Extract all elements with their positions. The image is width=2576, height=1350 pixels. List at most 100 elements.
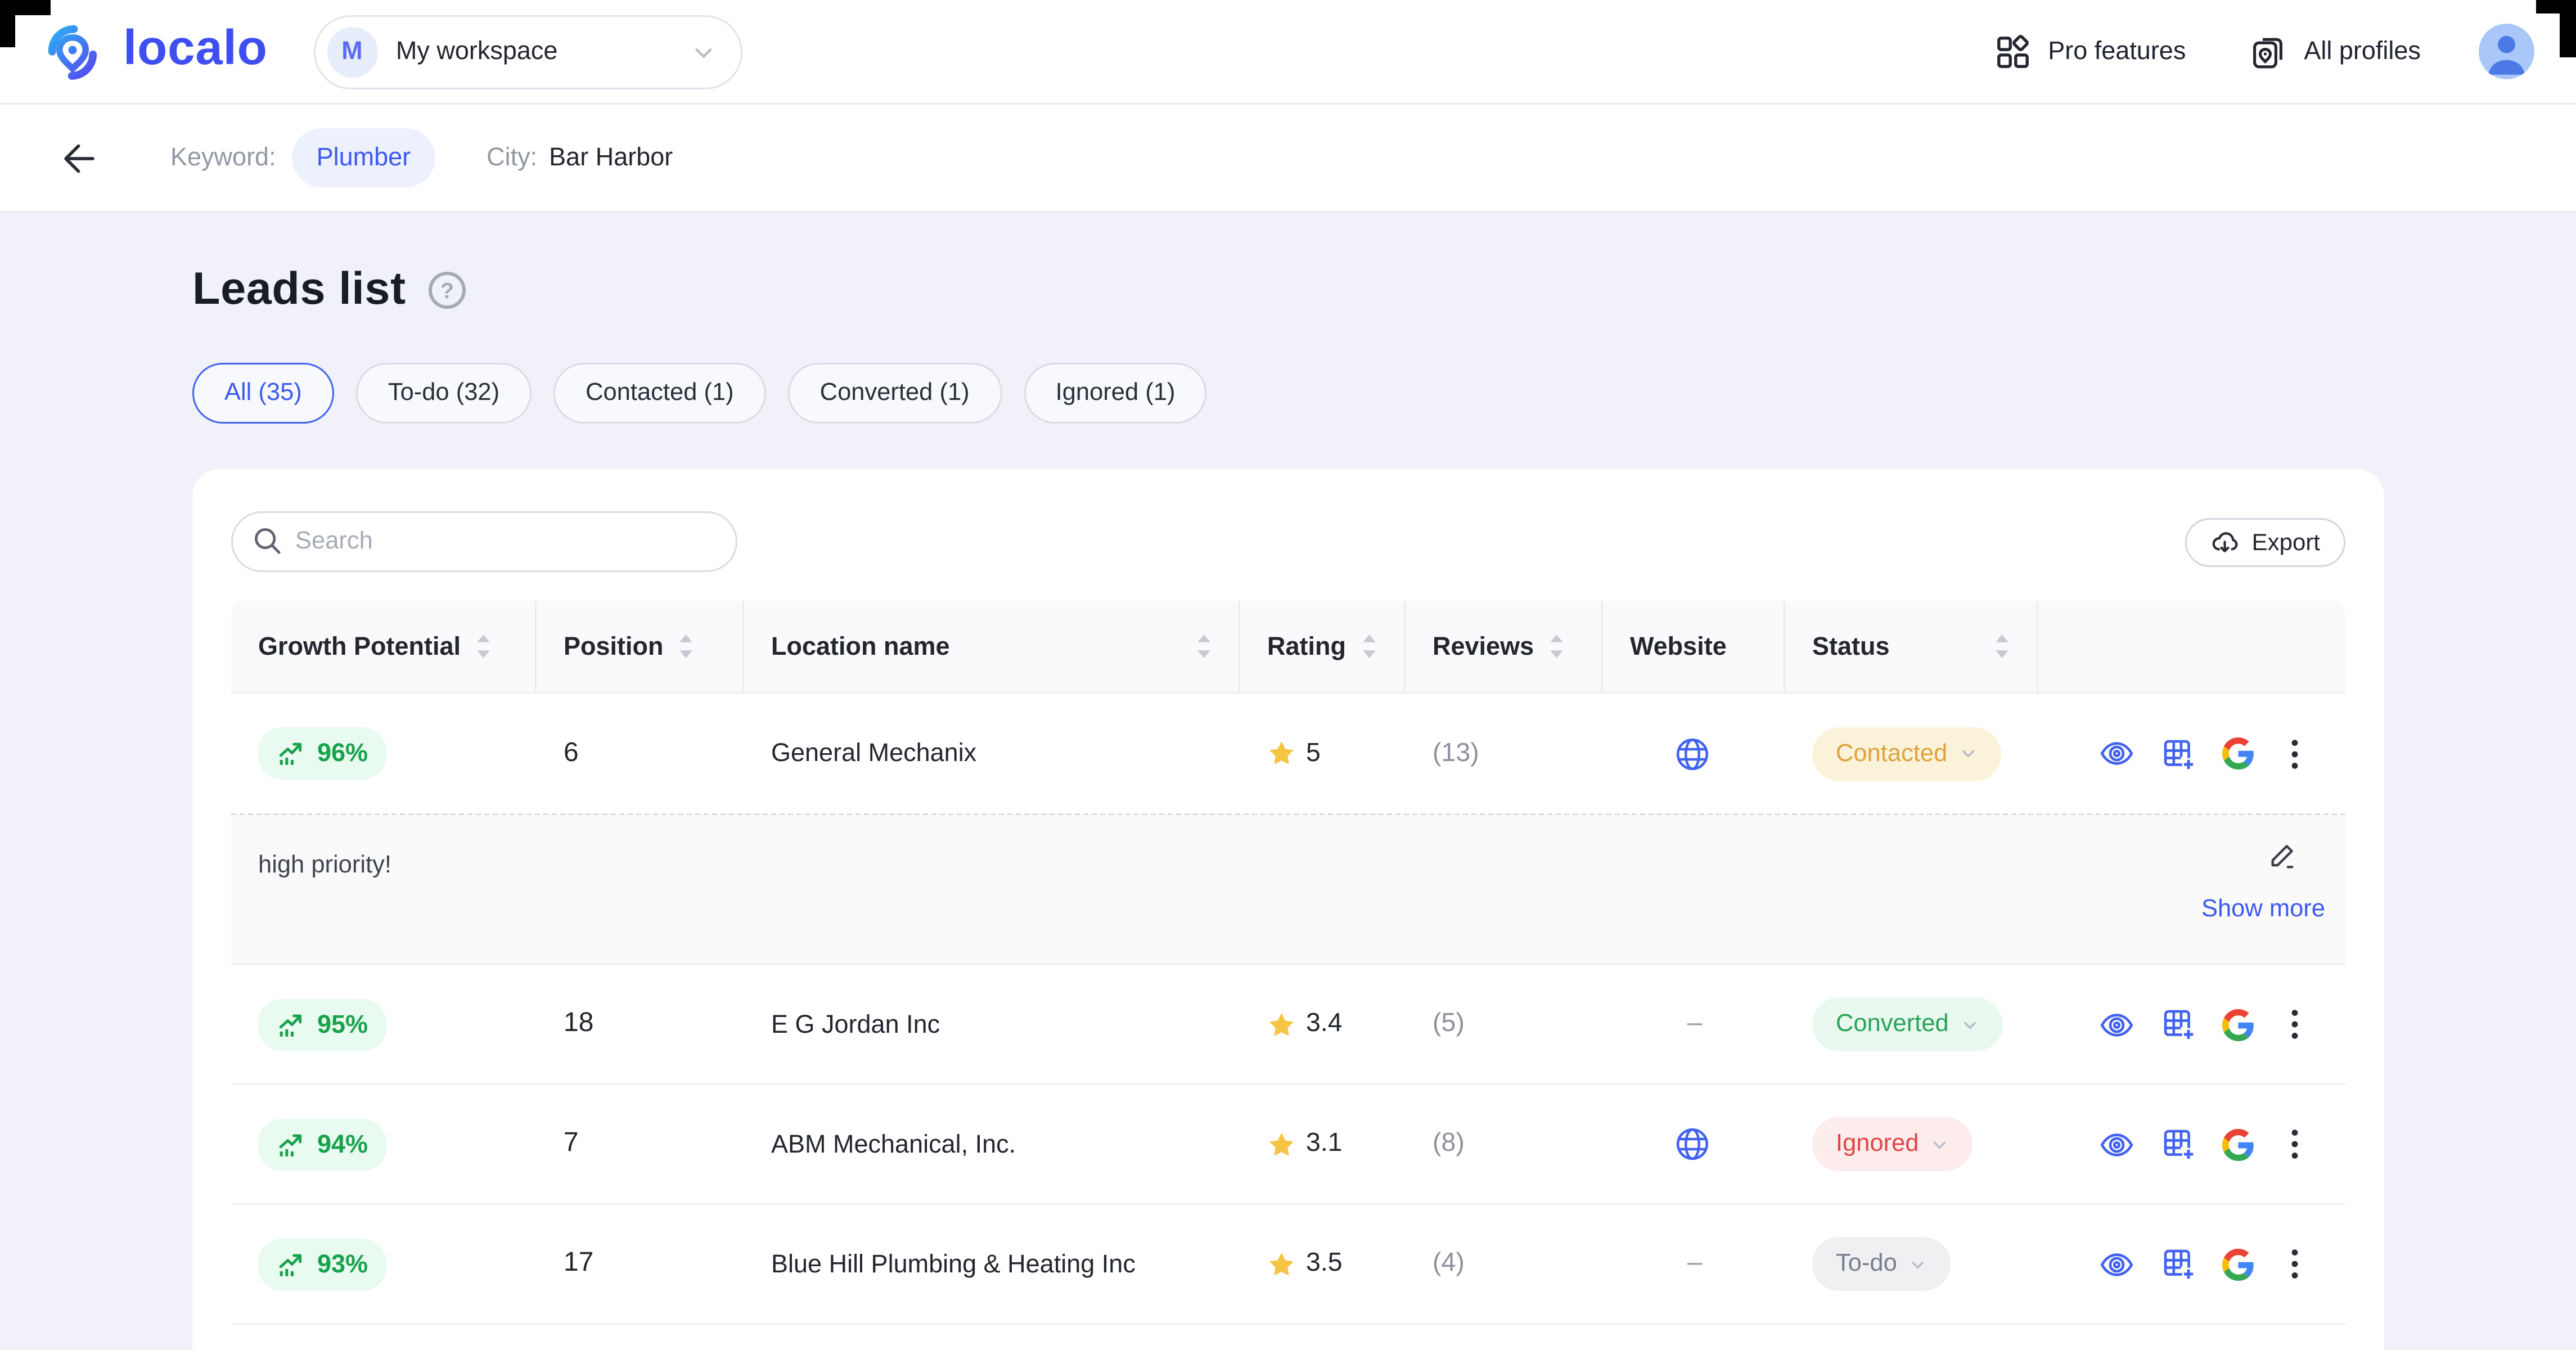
export-button[interactable]: Export xyxy=(2185,518,2345,566)
city-label: City: xyxy=(487,143,537,172)
status-dropdown[interactable]: Contacted xyxy=(1812,727,2001,781)
preview-eye-button[interactable] xyxy=(2099,1246,2134,1282)
website-cell xyxy=(1603,694,1785,813)
rating-cell: 3.4 xyxy=(1240,965,1406,1083)
search-context-bar: Keyword: Plumber City: Bar Harbor xyxy=(0,105,2576,213)
status-filter-tabs: All (35) To-do (32) Contacted (1) Converted… xyxy=(192,363,2576,424)
preview-eye-button[interactable] xyxy=(2099,1007,2134,1042)
reviews-cell: (13) xyxy=(1406,694,1603,813)
growth-potential-cell: 94% xyxy=(231,1085,537,1203)
all-profiles-icon xyxy=(2250,33,2287,70)
rating-cell: 3.5 xyxy=(1240,1205,1406,1323)
column-header-name[interactable]: Location name xyxy=(744,601,1240,692)
growth-potential-cell: 95% xyxy=(231,965,537,1083)
sort-icon[interactable] xyxy=(476,634,491,658)
location-name-cell: General Mechanix xyxy=(744,694,1240,813)
table-row: 94%7ABM Mechanical, Inc.3.1(8)Ignored xyxy=(231,1083,2345,1203)
google-maps-button[interactable] xyxy=(2222,1009,2254,1041)
google-maps-button[interactable] xyxy=(2222,1128,2254,1160)
leads-table-card: Export Growth Potential Position Location … xyxy=(192,469,2384,1350)
row-menu-kebab-button[interactable] xyxy=(2281,1247,2308,1281)
page-title: Leads list xyxy=(192,263,406,316)
row-menu-kebab-button[interactable] xyxy=(2281,1007,2308,1041)
column-header-rating[interactable]: Rating xyxy=(1240,601,1406,692)
tab-converted[interactable]: Converted (1) xyxy=(788,363,1002,424)
user-avatar[interactable] xyxy=(2478,24,2534,79)
column-header-position[interactable]: Position xyxy=(537,601,744,692)
column-header-reviews[interactable]: Reviews xyxy=(1406,601,1603,692)
workspace-selector[interactable]: M My workspace xyxy=(313,15,742,89)
row-actions-cell xyxy=(2038,1085,2345,1203)
star-icon xyxy=(1267,739,1296,768)
city-value: Bar Harbor xyxy=(549,143,673,172)
google-maps-button[interactable] xyxy=(2222,1248,2254,1280)
chevron-down-icon xyxy=(1909,1255,1928,1274)
keyword-value-pill[interactable]: Plumber xyxy=(291,128,436,187)
column-label: Position xyxy=(564,632,664,661)
preview-eye-button[interactable] xyxy=(2099,736,2134,771)
row-menu-kebab-button[interactable] xyxy=(2281,1127,2308,1161)
reviews-cell: (5) xyxy=(1406,965,1603,1083)
note-text: high priority! xyxy=(258,840,391,879)
logo-text: localo xyxy=(123,25,268,74)
no-website-dash: – xyxy=(1630,1009,1703,1040)
tab-all[interactable]: All (35) xyxy=(192,363,334,424)
back-button[interactable] xyxy=(61,140,98,177)
add-to-table-button[interactable] xyxy=(2161,1127,2195,1161)
all-profiles-button[interactable]: All profiles xyxy=(2250,33,2421,70)
website-cell: – xyxy=(1603,965,1785,1083)
position-cell: 17 xyxy=(537,1205,744,1323)
sort-icon[interactable] xyxy=(1196,634,1212,658)
localo-logo-icon xyxy=(39,18,106,86)
app-window: localo M My workspace Pro features xyxy=(0,0,2576,1350)
column-label: Location name xyxy=(771,632,950,661)
sort-icon[interactable] xyxy=(1361,634,1376,658)
growth-trend-icon xyxy=(277,1130,305,1159)
edit-note-pencil-button[interactable] xyxy=(2266,840,2298,872)
position-cell: 18 xyxy=(537,965,744,1083)
star-icon xyxy=(1267,1130,1296,1159)
status-cell: Contacted xyxy=(1785,694,2038,813)
tab-ignored[interactable]: Ignored (1) xyxy=(1024,363,1208,424)
tab-contacted[interactable]: Contacted (1) xyxy=(553,363,766,424)
row-menu-kebab-button[interactable] xyxy=(2281,737,2308,771)
reviews-cell: (4) xyxy=(1406,1205,1603,1323)
column-header-status[interactable]: Status xyxy=(1785,601,2038,692)
status-dropdown[interactable]: Ignored xyxy=(1812,1117,1973,1171)
sort-icon[interactable] xyxy=(679,634,694,658)
google-maps-button[interactable] xyxy=(2222,737,2254,770)
help-icon[interactable]: ? xyxy=(426,269,467,310)
add-to-table-button[interactable] xyxy=(2161,1007,2195,1041)
column-header-actions xyxy=(2038,601,2345,692)
app-logo[interactable]: localo xyxy=(39,18,268,86)
table-row: 96%6General Mechanix5(13)Contacted xyxy=(231,694,2345,813)
all-profiles-label: All profiles xyxy=(2304,37,2421,66)
row-actions-cell xyxy=(2038,694,2345,813)
sort-icon[interactable] xyxy=(1549,634,1564,658)
status-dropdown[interactable]: Converted xyxy=(1812,997,2003,1051)
sort-icon[interactable] xyxy=(1994,634,2010,658)
search-input[interactable] xyxy=(231,511,737,572)
reviews-cell: (8) xyxy=(1406,1085,1603,1203)
add-to-table-button[interactable] xyxy=(2161,1247,2195,1281)
star-icon xyxy=(1267,1010,1296,1039)
table-header-row: Growth Potential Position Location name Rat… xyxy=(231,601,2345,694)
add-to-table-button[interactable] xyxy=(2161,737,2195,771)
growth-trend-icon xyxy=(277,1010,305,1039)
rating-cell: 3.1 xyxy=(1240,1085,1406,1203)
tab-todo[interactable]: To-do (32) xyxy=(356,363,532,424)
website-globe-icon[interactable] xyxy=(1674,1126,1711,1163)
preview-eye-button[interactable] xyxy=(2099,1127,2134,1162)
location-name-cell: Blue Hill Plumbing & Heating Inc xyxy=(744,1205,1240,1323)
status-dropdown[interactable]: To-do xyxy=(1812,1237,1951,1291)
website-globe-icon[interactable] xyxy=(1674,735,1711,772)
column-label: Growth Potential xyxy=(258,632,461,661)
growth-potential-badge: 93% xyxy=(258,1238,386,1290)
growth-trend-icon xyxy=(277,1250,305,1279)
no-website-dash: – xyxy=(1630,1249,1703,1279)
pro-features-button[interactable]: Pro features xyxy=(1994,33,2186,70)
leads-table: Growth Potential Position Location name Rat… xyxy=(231,601,2345,1343)
show-more-link[interactable]: Show more xyxy=(2201,896,2325,923)
column-header-growth[interactable]: Growth Potential xyxy=(231,601,537,692)
workspace-avatar: M xyxy=(327,26,377,77)
